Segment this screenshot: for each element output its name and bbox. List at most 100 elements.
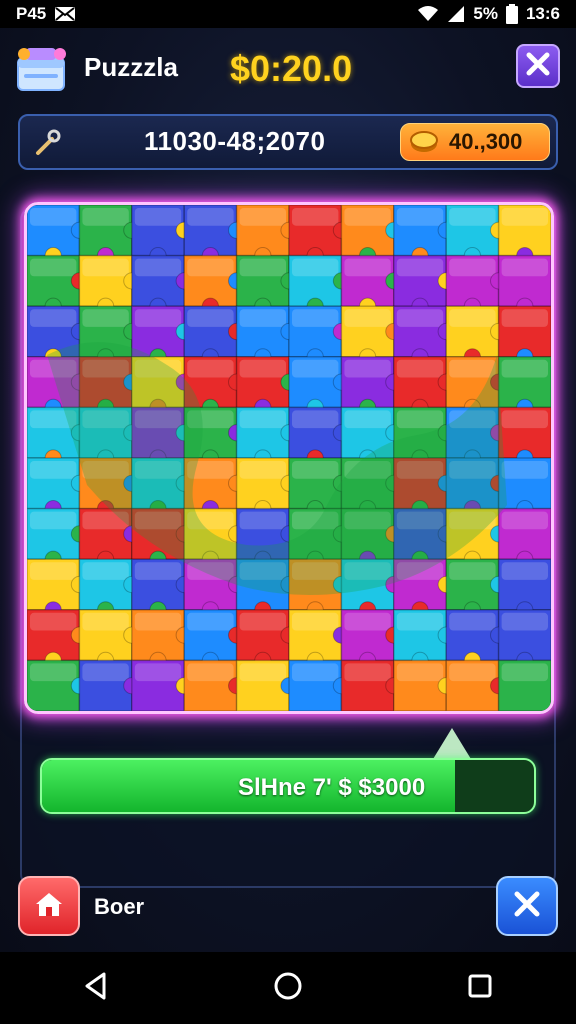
puzzle-piece-shine: [344, 612, 391, 631]
puzzle-piece-shine: [30, 663, 77, 682]
coin-value: 40.,300: [449, 129, 523, 154]
puzzle-piece-shine: [292, 359, 339, 378]
puzzle-piece-shine: [344, 208, 391, 226]
puzzle-piece-shine: [239, 410, 286, 429]
signal-icon: [447, 5, 465, 23]
home-circle-icon: [273, 971, 303, 1006]
puzzle-piece-shine: [292, 258, 339, 277]
puzzle-piece-shine: [292, 208, 339, 226]
puzzle-board-frame: [24, 202, 554, 714]
puzzle-piece-shine: [30, 208, 77, 226]
puzzle-piece-shine: [82, 258, 129, 277]
puzzle-piece-shine: [30, 309, 77, 327]
wifi-icon: [417, 5, 439, 23]
puzzle-piece-shine: [501, 663, 548, 682]
puzzle-piece-shine: [82, 208, 129, 226]
puzzle-piece-shine: [30, 511, 77, 530]
game-screen: Puzzzla $0:20.0 11030-48;2070 40.,300 Sl…: [0, 28, 576, 952]
puzzle-piece-shine: [449, 359, 496, 378]
close-button[interactable]: [516, 44, 560, 88]
coin-counter[interactable]: 40.,300: [400, 123, 550, 161]
puzzle-piece-shine: [187, 258, 234, 277]
battery-icon: [505, 4, 518, 24]
puzzle-piece-shine: [134, 562, 182, 580]
puzzle-piece-shine: [292, 663, 339, 682]
coin-icon: [409, 130, 439, 154]
puzzle-piece-shine: [134, 612, 182, 631]
puzzle-board[interactable]: [27, 205, 551, 711]
puzzle-piece-shine: [344, 359, 391, 378]
puzzle-piece-shine: [344, 663, 391, 682]
puzzle-piece-shine: [239, 359, 286, 378]
recents-button[interactable]: [450, 958, 510, 1018]
puzzle-piece-shine: [30, 461, 77, 479]
puzzle-piece-shine: [501, 511, 548, 530]
puzzle-piece-shine: [239, 208, 286, 226]
puzzle-piece-shine: [501, 461, 548, 479]
puzzle-piece-shine: [82, 663, 129, 682]
back-button[interactable]: [66, 958, 126, 1018]
system-nav-bar: [0, 952, 576, 1024]
puzzle-piece-shine: [501, 258, 548, 277]
puzzle-piece-shine: [187, 663, 234, 682]
puzzle-piece-shine: [239, 511, 286, 530]
header: Puzzzla $0:20.0: [14, 42, 562, 98]
puzzle-piece-shine: [239, 309, 286, 327]
puzzle-piece-shine: [396, 410, 444, 429]
puzzle-piece-shine: [449, 258, 496, 277]
puzzle-piece-shine: [187, 612, 234, 631]
puzzle-piece-shine: [344, 258, 391, 277]
status-left-text: P45: [16, 4, 47, 23]
status-time: 13:6: [525, 4, 560, 23]
puzzle-piece-shine: [239, 663, 286, 682]
home-label: Boer: [94, 894, 145, 919]
puzzle-box-icon: [14, 46, 68, 92]
puzzle-piece-shine: [292, 410, 339, 429]
close-icon: [511, 888, 543, 925]
puzzle-piece-shine: [501, 562, 548, 580]
puzzle-piece-shine: [30, 562, 77, 580]
puzzle-piece-shine: [396, 663, 444, 682]
puzzle-piece-shine: [239, 258, 286, 277]
puzzle-piece-shine: [30, 612, 77, 631]
home-nav-button[interactable]: [258, 958, 318, 1018]
puzzle-piece-shine: [449, 208, 496, 226]
puzzle-piece-shine: [501, 359, 548, 378]
puzzle-piece-shine: [239, 612, 286, 631]
puzzle-piece-shine: [449, 309, 496, 327]
info-bar: 11030-48;2070 40.,300: [18, 114, 558, 170]
bottom-bar: Boer: [0, 872, 576, 942]
puzzle-piece-shine: [344, 309, 391, 327]
puzzle-piece-shine: [239, 461, 286, 479]
timer: $0:20.0: [230, 48, 353, 89]
mail-icon: [54, 6, 76, 22]
recents-icon: [467, 973, 493, 1004]
back-icon: [82, 971, 110, 1006]
puzzle-piece-shine: [501, 410, 548, 429]
close-bottom-button[interactable]: [496, 876, 558, 936]
puzzle-piece-shine: [187, 309, 234, 327]
status-bar: P45 5% 13:6: [0, 0, 576, 28]
puzzle-code: 11030-48;2070: [144, 126, 326, 156]
puzzle-piece-shine: [292, 612, 339, 631]
puzzle-piece-shine: [344, 410, 391, 429]
puzzle-piece-shine: [501, 208, 548, 226]
puzzle-piece-shine: [134, 309, 182, 327]
puzzle-piece-shine: [187, 208, 234, 226]
puzzle-piece-shine: [449, 663, 496, 682]
puzzle-piece-shine: [292, 461, 339, 479]
puzzle-piece-shine: [134, 663, 182, 682]
puzzle-piece-shine: [82, 612, 129, 631]
puzzle-piece-shine: [82, 309, 129, 327]
wrench-icon[interactable]: [34, 128, 62, 156]
puzzle-piece-shine: [30, 258, 77, 277]
puzzle-piece-shine: [449, 562, 496, 580]
puzzle-piece-shine: [396, 359, 444, 378]
progress-bar[interactable]: SlHne 7' $ $3000: [40, 758, 536, 814]
puzzle-piece-shine: [187, 359, 234, 378]
puzzle-piece-shine: [396, 612, 444, 631]
progress-label: SlHne 7' $ $3000: [238, 774, 426, 801]
puzzle-piece-shine: [501, 612, 548, 631]
home-button[interactable]: [18, 876, 80, 936]
puzzle-piece-shine: [396, 309, 444, 327]
